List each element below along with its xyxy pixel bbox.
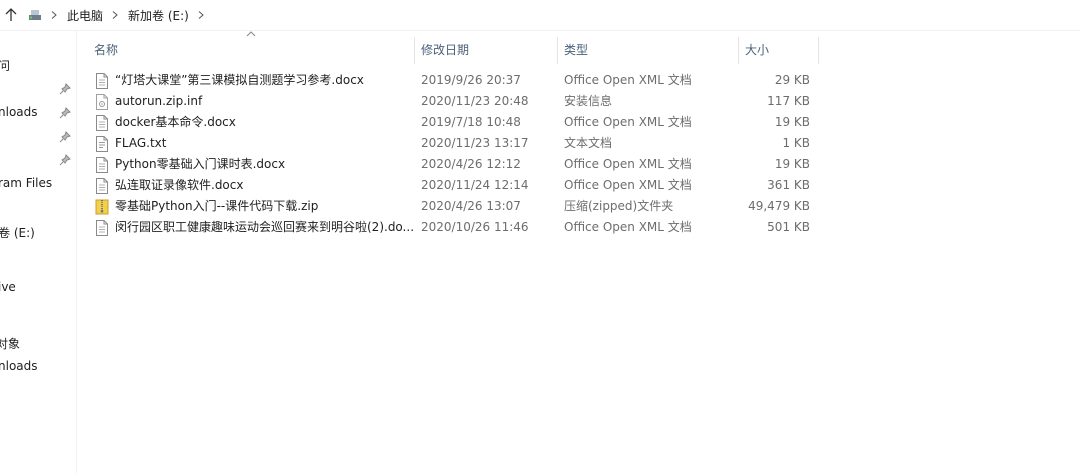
navigation-pane: 问 nloads ram Files 卷 (E:) ive 对象 nloads [0, 31, 77, 473]
file-row[interactable]: autorun.zip.inf 2020/11/23 20:48 安装信息 11… [90, 91, 818, 112]
document-icon [96, 178, 108, 194]
file-row[interactable]: 弘连取证录像软件.docx 2020/11/24 12:14 Office Op… [90, 175, 818, 196]
file-row[interactable]: Python零基础入门课时表.docx 2020/4/26 12:12 Offi… [90, 154, 818, 175]
file-date: 2020/11/24 12:14 [421, 178, 529, 192]
file-date: 2020/11/23 20:48 [421, 94, 529, 108]
file-size: 361 KB [767, 178, 810, 192]
file-date: 2020/10/26 11:46 [421, 220, 529, 234]
file-name: docker基本命令.docx [115, 115, 236, 129]
nav-item-downloads[interactable]: nloads [0, 105, 38, 119]
file-type: 文本文档 [564, 136, 613, 150]
file-name: autorun.zip.inf [115, 94, 203, 108]
nav-item-quick-access[interactable]: 问 [0, 57, 10, 74]
file-type: 压缩(zipped)文件夹 [564, 199, 674, 213]
breadcrumb-this-pc[interactable]: 此电脑 [67, 7, 103, 24]
column-divider[interactable] [818, 37, 819, 64]
file-row[interactable]: 零基础Python入门--课件代码下载.zip 2020/4/26 13:07 … [90, 196, 818, 217]
nav-item-drive-e[interactable]: 卷 (E:) [0, 224, 35, 241]
pin-icon [59, 83, 71, 95]
file-type: 安装信息 [564, 94, 613, 108]
chevron-right-icon[interactable] [198, 11, 204, 19]
up-arrow-icon[interactable] [0, 0, 22, 30]
file-date: 2019/7/18 10:48 [421, 115, 521, 129]
file-size: 29 KB [774, 73, 810, 87]
file-row[interactable]: docker基本命令.docx 2019/7/18 10:48 Office O… [90, 112, 818, 133]
drive-icon [28, 8, 42, 22]
file-type: Office Open XML 文档 [564, 178, 692, 192]
breadcrumb-drive-e[interactable]: 新加卷 (E:) [128, 7, 189, 24]
file-size: 501 KB [767, 220, 810, 234]
sort-ascending-icon [246, 31, 256, 37]
file-date: 2020/4/26 13:07 [421, 199, 521, 213]
file-size: 117 KB [767, 94, 810, 108]
file-date: 2020/11/23 13:17 [421, 136, 529, 150]
file-row[interactable]: FLAG.txt 2020/11/23 13:17 文本文档 1 KB [90, 133, 818, 154]
column-divider[interactable] [414, 37, 415, 64]
column-size-header[interactable]: 大小 [745, 37, 769, 64]
file-row[interactable]: “灯塔大课堂”第三课模拟自测题学习参考.docx 2019/9/26 20:37… [90, 70, 818, 91]
document-icon [96, 220, 108, 236]
file-size: 19 KB [774, 115, 810, 129]
column-date-header[interactable]: 修改日期 [421, 37, 469, 64]
file-type: Office Open XML 文档 [564, 115, 692, 129]
file-row[interactable]: 闵行园区职工健康趣味运动会巡回赛来到明谷啦(2).do... 2020/10/2… [90, 217, 818, 238]
chevron-right-icon[interactable] [51, 11, 57, 19]
pin-icon [59, 154, 71, 166]
document-icon [96, 115, 108, 131]
chevron-right-icon[interactable] [112, 11, 118, 19]
file-date: 2019/9/26 20:37 [421, 73, 521, 87]
document-icon [96, 157, 108, 173]
file-name: “灯塔大课堂”第三课模拟自测题学习参考.docx [115, 73, 364, 87]
column-divider[interactable] [738, 37, 739, 64]
pin-icon [59, 131, 71, 143]
column-header: 名称 修改日期 类型 大小 [76, 31, 819, 64]
file-name: 弘连取证录像软件.docx [115, 178, 244, 192]
text-file-icon [96, 136, 108, 152]
zip-folder-icon [95, 199, 109, 215]
file-name: 闵行园区职工健康趣味运动会巡回赛来到明谷啦(2).do... [115, 220, 415, 234]
nav-item-onedrive[interactable]: ive [0, 280, 16, 294]
column-type-header[interactable]: 类型 [564, 37, 588, 64]
file-size: 49,479 KB [748, 199, 810, 213]
file-name: Python零基础入门课时表.docx [115, 157, 286, 171]
file-explorer-window: 此电脑 新加卷 (E:) 问 nloads ram Files 卷 (E:) i… [0, 0, 1080, 473]
file-size: 1 KB [782, 136, 810, 150]
file-date: 2020/4/26 12:12 [421, 157, 521, 171]
file-type: Office Open XML 文档 [564, 73, 692, 87]
file-name: 零基础Python入门--课件代码下载.zip [115, 199, 319, 213]
column-name-header[interactable]: 名称 [94, 37, 118, 64]
file-name: FLAG.txt [115, 136, 167, 150]
file-type: Office Open XML 文档 [564, 157, 692, 171]
nav-item-downloads-2[interactable]: nloads [0, 359, 38, 373]
column-divider[interactable] [557, 37, 558, 64]
document-icon [96, 73, 108, 89]
pin-icon [59, 107, 71, 119]
setup-info-icon [96, 94, 108, 110]
file-type: Office Open XML 文档 [564, 220, 692, 234]
nav-item-3d-objects[interactable]: 对象 [0, 335, 20, 352]
nav-item-program-files[interactable]: ram Files [0, 176, 52, 190]
file-size: 19 KB [774, 157, 810, 171]
address-bar[interactable]: 此电脑 新加卷 (E:) [0, 0, 1080, 31]
